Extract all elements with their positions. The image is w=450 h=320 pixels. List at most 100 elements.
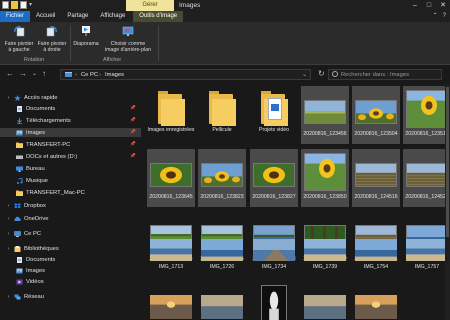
sidebar-item-ce-pc[interactable]: › Ce PC xyxy=(6,229,41,238)
search-input[interactable] xyxy=(341,70,441,79)
folder-item[interactable]: Pellicule xyxy=(198,86,246,144)
set-background-button[interactable]: Choisir comme image d'arrière-plan xyxy=(103,25,153,53)
sidebar-item-images[interactable]: Images xyxy=(0,128,141,137)
sidebar-item-transfert-mac-pc[interactable]: TRANSFERT_Mac-PC xyxy=(16,188,85,197)
pin-icon[interactable]: 📌 xyxy=(130,153,136,159)
file-item[interactable]: 20200816_123850 xyxy=(301,149,349,207)
file-item[interactable]: 20200816_124516 xyxy=(352,149,400,207)
folder-item[interactable]: Images enregistrées xyxy=(147,86,195,144)
chevron-right-icon[interactable]: › xyxy=(6,95,11,101)
breadcrumb-images[interactable]: Images xyxy=(105,70,124,80)
chevron-down-icon[interactable]: ▾ xyxy=(29,1,35,9)
file-name: 20200816_123823 xyxy=(200,194,244,200)
tab-home[interactable]: Accueil xyxy=(30,11,61,22)
sidebar-item-acc-s-rapide[interactable]: › Accès rapide xyxy=(6,93,58,102)
breadcrumb-this-pc[interactable]: Ce PC xyxy=(81,70,98,80)
address-bar[interactable]: › Ce PC › Images ⌄ xyxy=(60,69,311,80)
file-item[interactable]: 20200816_123823 xyxy=(198,149,246,207)
file-item[interactable]: 20200816_123827 xyxy=(250,149,298,207)
chevron-right-icon[interactable]: › xyxy=(6,203,11,209)
pin-icon[interactable]: 📌 xyxy=(130,141,136,147)
photo-thumbnail xyxy=(150,163,192,187)
sidebar-item-bureau[interactable]: Bureau xyxy=(16,164,45,173)
chevron-up-icon[interactable]: ⌃ xyxy=(433,11,438,22)
file-item[interactable] xyxy=(198,289,246,320)
file-item[interactable]: 20201024_162519 xyxy=(301,211,349,262)
file-item[interactable]: 20200816_125216 xyxy=(198,211,246,262)
sidebar-item-musique[interactable]: Musique xyxy=(16,176,48,185)
file-item[interactable]: 20201021_152203 xyxy=(250,211,298,262)
file-item[interactable] xyxy=(301,289,349,320)
file-item[interactable]: IMG_1757 xyxy=(403,239,450,289)
dropbox-icon xyxy=(14,202,21,209)
minimize-icon[interactable]: – xyxy=(408,0,422,11)
sidebar-item-onedrive[interactable]: › OneDrive xyxy=(6,214,49,223)
file-item[interactable]: IMG_1686 xyxy=(403,211,450,262)
file-item[interactable]: 20200816_123645 xyxy=(147,149,195,207)
file-item[interactable] xyxy=(147,289,195,320)
chevron-right-icon[interactable]: › xyxy=(6,246,11,252)
new-folder-icon[interactable] xyxy=(20,1,27,9)
sidebar-item-documents[interactable]: Documents xyxy=(16,104,55,113)
pin-icon[interactable]: 📌 xyxy=(130,105,136,111)
tab-share[interactable]: Partage xyxy=(61,11,94,22)
chevron-right-icon[interactable]: › xyxy=(6,231,11,237)
search-box[interactable] xyxy=(328,69,442,80)
file-item[interactable]: 20200816_124644 xyxy=(147,211,195,262)
scrollbar-thumb[interactable] xyxy=(446,87,449,237)
file-item[interactable]: 20200816_124521 xyxy=(403,149,450,207)
tab-view[interactable]: Affichage xyxy=(94,11,131,22)
slideshow-button[interactable]: Diaporama xyxy=(72,25,100,47)
file-item[interactable]: IMG_1734 xyxy=(250,239,298,289)
file-item[interactable]: 20210101_135541 xyxy=(352,211,400,262)
file-item[interactable]: 20200816_123456 xyxy=(301,86,349,144)
window-controls: – □ ✕ xyxy=(408,0,450,11)
chevron-right-icon[interactable]: › xyxy=(6,216,11,222)
tab-picture-tools[interactable]: Outils d'image xyxy=(133,11,184,22)
sidebar-item-images[interactable]: Images xyxy=(16,266,45,275)
tab-file[interactable]: Fichier xyxy=(0,11,31,22)
file-item[interactable]: IMG_1713 xyxy=(147,239,195,289)
maximize-icon[interactable]: □ xyxy=(422,0,436,11)
sidebar-item-documents[interactable]: Documents xyxy=(16,255,55,264)
forward-arrow-icon[interactable]: → xyxy=(19,69,27,79)
sidebar-item-vid-os[interactable]: Vidéos xyxy=(16,277,44,286)
sidebar-item-label: OneDrive xyxy=(24,215,49,222)
photo-thumbnail xyxy=(355,100,397,124)
up-arrow-icon[interactable]: ↑ xyxy=(42,69,46,79)
close-icon[interactable]: ✕ xyxy=(436,0,450,11)
recent-locations-icon[interactable]: ⌄ xyxy=(32,69,37,79)
quick-access-toolbar: ▾ xyxy=(2,1,35,9)
chevron-down-icon[interactable]: ⌄ xyxy=(302,70,307,80)
help-icon[interactable]: ? xyxy=(443,11,446,22)
folder-icon[interactable] xyxy=(11,1,18,9)
set-background-label: Choisir comme image d'arrière-plan xyxy=(105,41,151,53)
sidebar-item-r-seau[interactable]: › Réseau xyxy=(6,292,44,301)
vertical-scrollbar[interactable] xyxy=(445,84,450,320)
file-item[interactable]: 20200816_123516 xyxy=(403,86,450,144)
file-item[interactable] xyxy=(250,285,298,320)
file-item[interactable]: IMG_1739 xyxy=(301,239,349,289)
sidebar-item-label: Ce PC xyxy=(24,230,42,237)
rotate-left-button[interactable]: Faire pivoter à gauche xyxy=(3,25,35,53)
back-arrow-icon[interactable]: ← xyxy=(6,69,14,79)
sidebar-item-biblioth-ques[interactable]: › Bibliothèques xyxy=(6,244,59,253)
pin-icon[interactable]: 📌 xyxy=(130,129,136,135)
sidebar-item-dropbox[interactable]: › Dropbox xyxy=(6,201,46,210)
sidebar-item-transfert-pc[interactable]: TRANSFERT-PC xyxy=(16,140,70,149)
file-item[interactable]: IMG_1754 xyxy=(352,239,400,289)
sidebar-item-docs-et-autres-d[interactable]: DOCs et autres (D:) xyxy=(16,152,77,161)
folder-item[interactable]: Projets vidéo xyxy=(250,86,298,144)
refresh-icon[interactable]: ↻ xyxy=(318,69,325,79)
file-item[interactable]: 20200816_123504 xyxy=(352,86,400,144)
title-bar: ▾ Gérer Images – □ ✕ xyxy=(0,0,450,11)
chevron-right-icon: › xyxy=(75,72,77,78)
chevron-right-icon[interactable]: › xyxy=(6,294,11,300)
file-name: 20200816_124521 xyxy=(405,194,449,200)
properties-icon[interactable] xyxy=(2,1,9,9)
rotate-right-button[interactable]: Faire pivoter à droite xyxy=(36,25,68,53)
pin-icon[interactable]: 📌 xyxy=(130,117,136,123)
sidebar-item-t-l-chargements[interactable]: Téléchargements xyxy=(16,116,71,125)
file-item[interactable] xyxy=(352,289,400,320)
file-item[interactable]: IMG_1726 xyxy=(198,239,246,289)
